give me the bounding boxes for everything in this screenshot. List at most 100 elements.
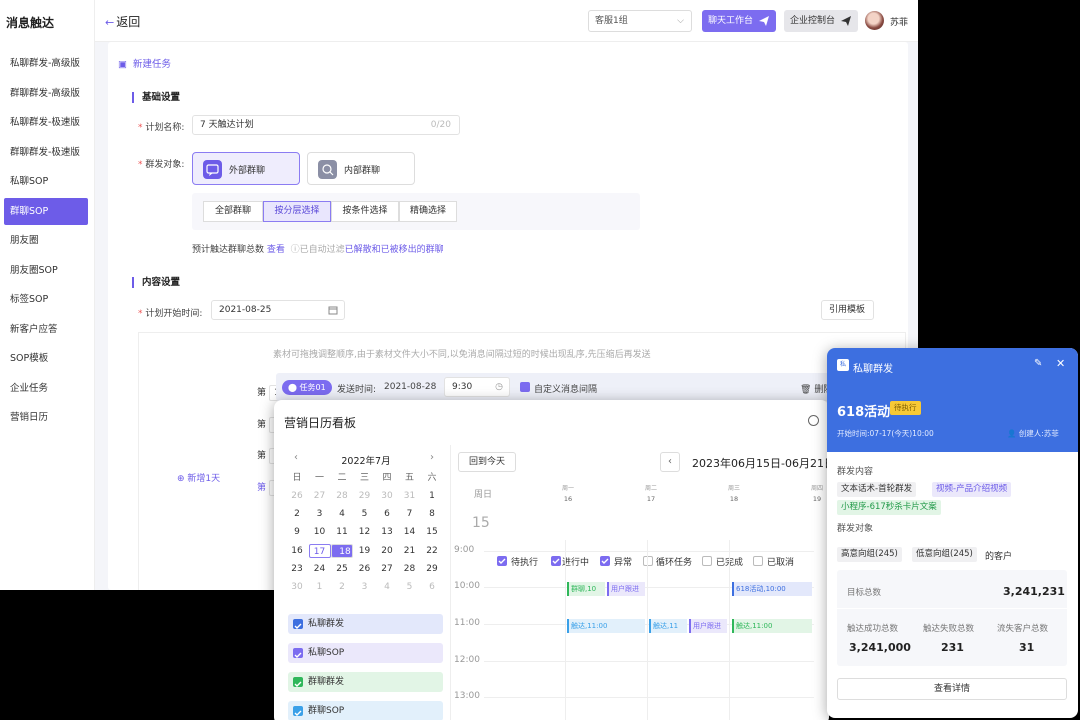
date-cell[interactable]: 11 xyxy=(331,525,353,539)
date-cell[interactable]: 6 xyxy=(421,580,443,594)
date-cell[interactable]: 4 xyxy=(376,580,398,594)
date-cell[interactable]: 28 xyxy=(331,489,353,503)
edit-icon[interactable]: ✎ xyxy=(1034,358,1042,369)
tab-exact[interactable]: 精确选择 xyxy=(399,201,457,222)
date-cell[interactable]: 28 xyxy=(399,562,421,576)
sidebar-item[interactable]: 新客户应答 xyxy=(4,316,88,343)
prev-week-button[interactable]: ‹ xyxy=(660,452,680,472)
date-cell[interactable]: 23 xyxy=(286,562,308,576)
date-cell[interactable]: 21 xyxy=(399,544,421,558)
legend-item[interactable]: 群聊群发 xyxy=(288,672,443,692)
date-cell[interactable]: 26 xyxy=(354,562,376,576)
custom-interval-checkbox[interactable] xyxy=(520,382,530,392)
date-cell[interactable]: 15 xyxy=(421,525,443,539)
send-date[interactable]: 2021-08-28 xyxy=(384,382,436,392)
tab-by-layer[interactable]: 按分层选择 xyxy=(263,201,331,222)
filter-checkbox[interactable] xyxy=(551,556,561,566)
sidebar-item[interactable]: 私聊群发-极速版 xyxy=(4,109,88,136)
sidebar-item[interactable]: SOP模板 xyxy=(4,345,88,372)
date-cell[interactable]: 31 xyxy=(399,489,421,503)
date-cell[interactable]: 5 xyxy=(354,507,376,521)
date-cell[interactable]: 29 xyxy=(421,562,443,576)
date-cell[interactable]: 30 xyxy=(376,489,398,503)
target-internal-option[interactable]: 内部群聊 xyxy=(307,152,415,185)
start-date-input[interactable]: 2021-08-25 xyxy=(211,300,345,320)
date-cell[interactable]: 29 xyxy=(354,489,376,503)
filter-checkbox[interactable] xyxy=(643,556,653,566)
date-cell[interactable]: 2 xyxy=(331,580,353,594)
tab-by-condition[interactable]: 按条件选择 xyxy=(331,201,399,222)
sidebar-item[interactable]: 私聊群发-高级版 xyxy=(4,50,88,77)
legend-checkbox[interactable] xyxy=(293,648,303,658)
date-cell[interactable]: 10 xyxy=(309,525,331,539)
calendar-event[interactable]: 618活动,10:00 xyxy=(732,582,812,596)
legend-item[interactable]: 私聊SOP xyxy=(288,643,443,663)
date-cell[interactable]: 18 xyxy=(331,543,353,558)
filter-checkbox[interactable] xyxy=(600,556,610,566)
filter-checkbox[interactable] xyxy=(702,556,712,566)
date-cell[interactable]: 3 xyxy=(354,580,376,594)
cite-template-button[interactable]: 引用模板 xyxy=(821,300,874,320)
group-select[interactable]: 客服1组 ⌵ xyxy=(588,10,692,32)
sidebar-item[interactable]: 群聊SOP xyxy=(4,197,88,225)
filter-checkbox[interactable] xyxy=(753,556,763,566)
date-cell[interactable]: 1 xyxy=(309,580,331,594)
calendar-event[interactable]: 用户跟进 xyxy=(607,582,645,596)
back-button[interactable]: ← 返回 xyxy=(105,13,140,30)
sidebar-item[interactable]: 朋友圈 xyxy=(4,227,88,254)
sidebar-item[interactable]: 群聊群发-高级版 xyxy=(4,80,88,107)
sidebar-item[interactable]: 朋友圈SOP xyxy=(4,257,88,284)
calendar-event[interactable]: 触达,11 xyxy=(649,619,687,633)
calendar-event[interactable]: 群聊,10 xyxy=(567,582,605,596)
close-icon[interactable]: ✕ xyxy=(1056,357,1065,370)
date-cell[interactable]: 6 xyxy=(376,507,398,521)
date-cell[interactable]: 27 xyxy=(376,562,398,576)
sidebar-item[interactable]: 标签SOP xyxy=(4,286,88,313)
date-cell[interactable]: 8 xyxy=(421,507,443,521)
next-month-icon[interactable]: › xyxy=(430,452,434,463)
calendar-event[interactable]: 用户跟进 xyxy=(689,619,727,633)
date-cell[interactable]: 12 xyxy=(354,525,376,539)
date-cell[interactable]: 22 xyxy=(421,544,443,558)
sidebar-item[interactable]: 营销日历 xyxy=(4,404,88,431)
send-time-input[interactable]: 9:30 ◷ xyxy=(444,377,510,397)
date-cell[interactable]: 26 xyxy=(286,489,308,503)
legend-checkbox[interactable] xyxy=(293,706,303,716)
date-cell[interactable]: 4 xyxy=(331,507,353,521)
filter-checkbox[interactable] xyxy=(497,556,507,566)
calendar-event[interactable]: 触达,11:00 xyxy=(732,619,812,633)
avatar[interactable] xyxy=(865,11,884,30)
date-cell[interactable]: 17 xyxy=(308,543,331,558)
date-cell[interactable]: 24 xyxy=(309,562,331,576)
date-cell[interactable]: 25 xyxy=(331,562,353,576)
target-external-option[interactable]: 外部群聊 xyxy=(192,152,300,185)
view-details-button[interactable]: 查看详情 xyxy=(837,678,1067,700)
sidebar-item[interactable]: 私聊SOP xyxy=(4,168,88,195)
date-cell[interactable]: 7 xyxy=(399,507,421,521)
date-cell[interactable]: 13 xyxy=(376,525,398,539)
calendar-event[interactable]: 触达,11:00 xyxy=(567,619,645,633)
date-cell[interactable]: 14 xyxy=(399,525,421,539)
date-cell[interactable]: 3 xyxy=(309,507,331,521)
chat-workbench-button[interactable]: 聊天工作台 xyxy=(702,10,776,32)
legend-checkbox[interactable] xyxy=(293,619,303,629)
view-link[interactable]: 查看 xyxy=(267,245,285,255)
tab-all-groups[interactable]: 全部群聊 xyxy=(203,201,263,222)
date-cell[interactable]: 9 xyxy=(286,525,308,539)
back-to-today-button[interactable]: 回到今天 xyxy=(458,452,516,472)
date-cell[interactable]: 5 xyxy=(399,580,421,594)
legend-item[interactable]: 私聊群发 xyxy=(288,614,443,634)
date-cell[interactable]: 30 xyxy=(286,580,308,594)
date-cell[interactable]: 27 xyxy=(309,489,331,503)
date-cell[interactable]: 20 xyxy=(376,544,398,558)
legend-item[interactable]: 群聊SOP xyxy=(288,701,443,720)
enterprise-console-button[interactable]: 企业控制台 xyxy=(784,10,858,32)
legend-checkbox[interactable] xyxy=(293,677,303,687)
date-cell[interactable]: 1 xyxy=(421,489,443,503)
date-cell[interactable]: 16 xyxy=(286,544,308,558)
sidebar-item[interactable]: 企业任务 xyxy=(4,375,88,402)
add-day-button[interactable]: ⊕ 新增1天 xyxy=(177,471,220,484)
plan-name-input[interactable]: 7 天触达计划 0/20 xyxy=(192,115,460,135)
globe-icon[interactable] xyxy=(808,415,819,426)
date-cell[interactable]: 2 xyxy=(286,507,308,521)
